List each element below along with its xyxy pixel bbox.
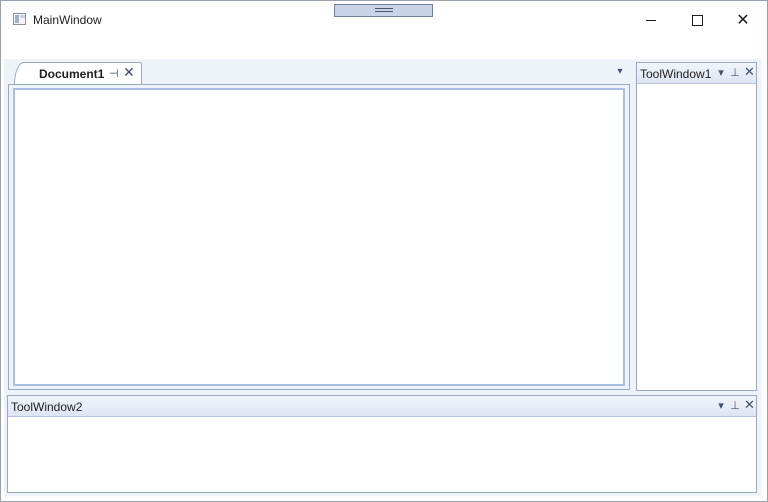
document-tab-strip: Document1 ⊣ ✕ [8, 60, 630, 84]
drag-grip-handle[interactable] [334, 4, 433, 17]
tool-window-2-buttons: ▾ ⊥ ✕ [716, 398, 755, 413]
title-bar[interactable]: MainWindow ✕ [1, 1, 767, 39]
maximize-button[interactable] [674, 1, 720, 39]
close-tab-icon[interactable]: ✕ [123, 65, 135, 81]
document-tab-label: Document1 [39, 67, 105, 81]
minimize-button[interactable] [628, 1, 674, 39]
dropdown-icon[interactable]: ▾ [716, 398, 726, 413]
tab-document1[interactable]: Document1 ⊣ ✕ [14, 62, 142, 84]
pin-icon[interactable]: ⊥ [730, 398, 740, 413]
document-list-dropdown-icon[interactable]: ▾ [614, 66, 626, 78]
pin-icon[interactable]: ⊣ [109, 67, 119, 80]
maximize-icon [691, 14, 703, 26]
tool-window-1: ToolWindow1 ▾ ⊥ ✕ [636, 62, 757, 391]
tool-window-1-buttons: ▾ ⊥ ✕ [716, 65, 755, 80]
app-icon [13, 13, 26, 25]
close-window-button[interactable]: ✕ [720, 1, 766, 39]
tool-window-2-title: ToolWindow2 [11, 400, 83, 414]
tool-window-1-title: ToolWindow1 [640, 67, 712, 81]
document-pane [8, 84, 630, 390]
pin-icon[interactable]: ⊥ [730, 65, 740, 80]
tool-window-2: ToolWindow2 ▾ ⊥ ✕ [7, 395, 757, 493]
close-icon: ✕ [736, 10, 750, 29]
minimize-icon [646, 19, 656, 21]
close-icon[interactable]: ✕ [744, 398, 755, 413]
dropdown-icon[interactable]: ▾ [716, 65, 726, 80]
tool-window-2-header[interactable]: ToolWindow2 ▾ ⊥ ✕ [8, 396, 756, 417]
document-content-area[interactable] [13, 88, 625, 386]
tool-window-1-header[interactable]: ToolWindow1 ▾ ⊥ ✕ [637, 63, 756, 84]
window-title: MainWindow [33, 13, 102, 27]
close-icon[interactable]: ✕ [744, 65, 755, 80]
